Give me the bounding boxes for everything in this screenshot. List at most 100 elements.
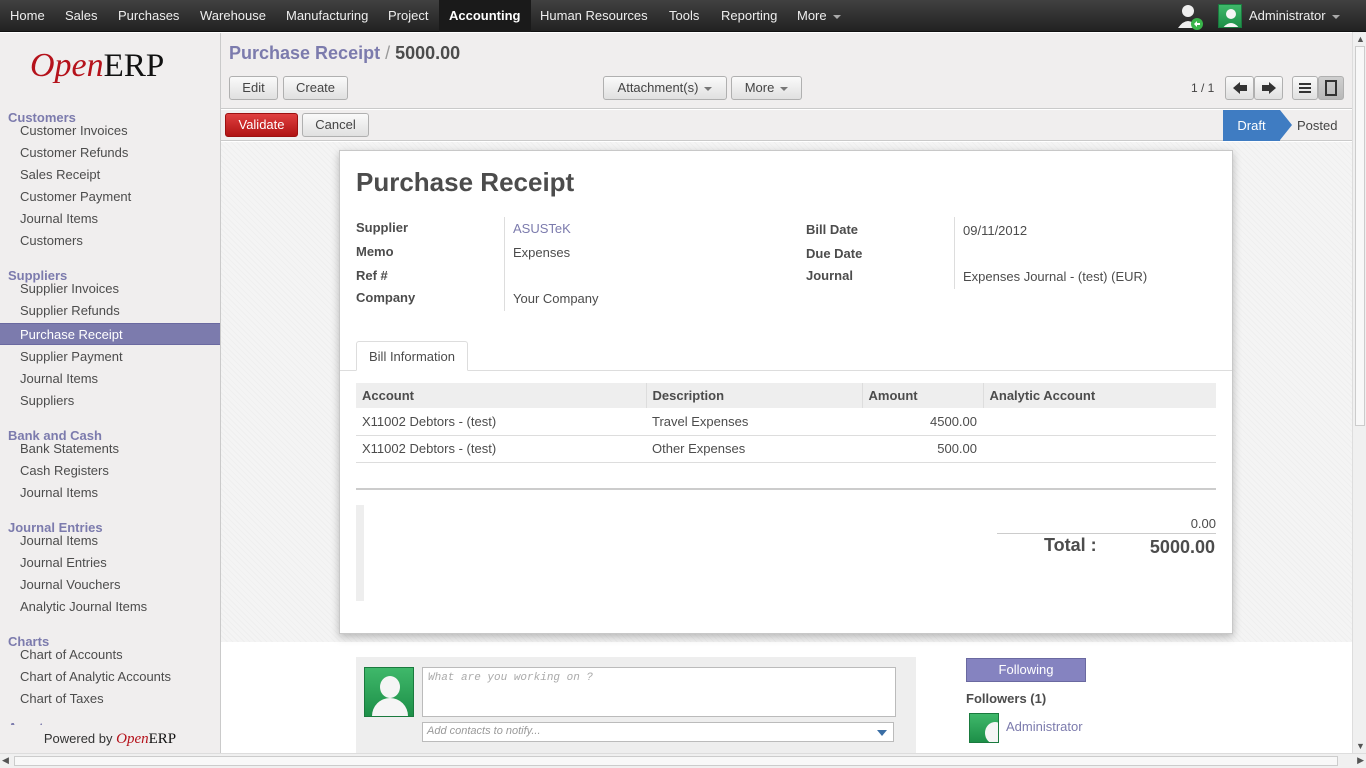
user-switch-icon[interactable]	[1176, 2, 1204, 31]
company-label: Company	[356, 290, 416, 305]
sidebar: OpenERP Customers Customer Invoices Custom…	[0, 33, 221, 753]
menu-more[interactable]: More	[787, 0, 851, 32]
sidebar-item-journal-items[interactable]: Journal Items	[0, 368, 220, 390]
supplier-value[interactable]: ASUSTeK	[513, 221, 571, 236]
sidebar-item-sales-receipt[interactable]: Sales Receipt	[0, 164, 220, 186]
breadcrumb: Purchase Receipt / 5000.00	[229, 43, 460, 64]
memo-label: Memo	[356, 244, 394, 259]
column-amount[interactable]: Amount	[861, 383, 983, 408]
company-value: Your Company	[513, 291, 599, 306]
sidebar-item-analytic-journal-items[interactable]: Analytic Journal Items	[0, 596, 220, 618]
cell-description: Other Expenses	[646, 435, 862, 463]
sidebar-item-customer-payment[interactable]: Customer Payment	[0, 186, 220, 208]
sidebar-item-cash-registers[interactable]: Cash Registers	[0, 460, 220, 482]
column-analytic-account[interactable]: Analytic Account	[982, 383, 1216, 408]
menu-tools[interactable]: Tools	[659, 0, 709, 32]
follower-name[interactable]: Administrator	[1006, 719, 1083, 734]
tab-bill-information[interactable]: Bill Information	[356, 341, 468, 371]
status-draft: Draft	[1223, 110, 1292, 141]
sidebar-item-chart-of-accounts[interactable]: Chart of Accounts	[0, 644, 220, 666]
cell-account: X11002 Debtors - (test)	[356, 408, 646, 436]
sidebar-item-journal-vouchers[interactable]: Journal Vouchers	[0, 574, 220, 596]
scroll-down-icon[interactable]: ▼	[1356, 741, 1365, 751]
cancel-button[interactable]: Cancel	[302, 113, 369, 137]
menu-accounting[interactable]: Accounting	[439, 0, 531, 32]
field-divider	[954, 217, 955, 289]
scrollbar-thumb[interactable]	[1355, 46, 1365, 426]
scroll-left-icon[interactable]: ◀	[2, 755, 9, 766]
ref-label: Ref #	[356, 268, 388, 283]
sidebar-item-supplier-payment[interactable]: Supplier Payment	[0, 346, 220, 368]
validate-button[interactable]: Validate	[225, 113, 298, 137]
breadcrumb-parent[interactable]: Purchase Receipt	[229, 43, 380, 63]
form-sheet: Purchase Receipt Supplier Memo Ref # Com…	[339, 150, 1233, 634]
menu-warehouse[interactable]: Warehouse	[190, 0, 276, 32]
sidebar-item-supplier-refunds[interactable]: Supplier Refunds	[0, 300, 220, 322]
breadcrumb-current: 5000.00	[395, 43, 461, 63]
cell-analytic-account	[983, 435, 1216, 463]
menu-reporting[interactable]: Reporting	[711, 0, 787, 32]
vertical-scrollbar[interactable]: ▲ ▼	[1352, 32, 1366, 753]
sidebar-item-customer-invoices[interactable]: Customer Invoices	[0, 120, 220, 142]
create-button[interactable]: Create	[283, 76, 348, 100]
top-menu-bar: Home Sales Purchases Warehouse Manufactu…	[0, 0, 1366, 32]
sidebar-item-purchase-receipt[interactable]: Purchase Receipt	[0, 323, 220, 345]
list-icon	[1299, 83, 1311, 93]
sidebar-item-customer-refunds[interactable]: Customer Refunds	[0, 142, 220, 164]
next-button[interactable]	[1254, 76, 1283, 100]
menu-purchases[interactable]: Purchases	[108, 0, 189, 32]
memo-value: Expenses	[513, 245, 571, 260]
sidebar-item-chart-of-analytic-accounts[interactable]: Chart of Analytic Accounts	[0, 666, 220, 688]
chevron-down-icon	[1331, 14, 1340, 19]
more-button[interactable]: More	[731, 76, 802, 100]
table-row[interactable]: X11002 Debtors - (test) Other Expenses 5…	[356, 435, 1216, 463]
previous-button[interactable]	[1225, 76, 1254, 100]
following-button[interactable]: Following	[966, 658, 1086, 682]
horizontal-scrollbar[interactable]: ◀ ▶	[0, 753, 1366, 768]
status-posted: Posted	[1297, 118, 1338, 133]
edit-button[interactable]: Edit	[229, 76, 278, 100]
menu-project[interactable]: Project	[378, 0, 438, 32]
cell-analytic-account	[983, 408, 1216, 436]
arrow-left-icon	[1232, 82, 1247, 94]
main-content: Purchase Receipt / 5000.00 Edit Create A…	[221, 33, 1352, 753]
openerp-logo[interactable]: OpenERP	[30, 47, 164, 85]
menu-manufacturing[interactable]: Manufacturing	[276, 0, 378, 32]
add-contacts-input[interactable]: Add contacts to notify...	[422, 722, 894, 742]
scroll-right-icon[interactable]: ▶	[1357, 755, 1364, 766]
chevron-down-icon	[832, 14, 841, 19]
chevron-down-icon[interactable]	[877, 730, 887, 736]
total-value: 5000.00	[1149, 537, 1215, 557]
sidebar-item-journal-items[interactable]: Journal Items	[0, 208, 220, 230]
list-view-button[interactable]	[1292, 76, 1318, 100]
sidebar-item-supplier-invoices[interactable]: Supplier Invoices	[0, 278, 220, 300]
menu-sales[interactable]: Sales	[55, 0, 108, 32]
view-header: Purchase Receipt / 5000.00 Edit Create A…	[221, 33, 1352, 109]
sidebar-item-chart-of-taxes[interactable]: Chart of Taxes	[0, 688, 220, 710]
sidebar-item-bank-statements[interactable]: Bank Statements	[0, 438, 220, 460]
chevron-down-icon	[780, 86, 789, 91]
subtotal-value: 0.00	[1190, 516, 1216, 531]
form-view-button[interactable]	[1318, 76, 1344, 100]
table-row[interactable]: X11002 Debtors - (test) Travel Expenses …	[356, 408, 1216, 436]
column-description[interactable]: Description	[645, 383, 862, 408]
form-title: Purchase Receipt	[356, 167, 575, 197]
user-menu[interactable]: Administrator	[1239, 0, 1350, 32]
cell-description: Travel Expenses	[646, 408, 862, 436]
menu-home[interactable]: Home	[0, 0, 55, 32]
sidebar-item-journal-items[interactable]: Journal Items	[0, 530, 220, 552]
sidebar-item-customers[interactable]: Customers	[0, 230, 220, 252]
sidebar-item-suppliers[interactable]: Suppliers	[0, 390, 220, 412]
status-bar: Validate Cancel Draft Posted	[221, 110, 1352, 141]
cell-amount: 4500.00	[862, 408, 983, 436]
message-input[interactable]: What are you working on ?	[422, 667, 896, 717]
attachments-button[interactable]: Attachment(s)	[603, 76, 727, 100]
powered-by: Powered by OpenERP	[0, 725, 220, 753]
journal-label: Journal	[806, 268, 853, 283]
sidebar-item-journal-items[interactable]: Journal Items	[0, 482, 220, 504]
column-account[interactable]: Account	[356, 383, 646, 408]
menu-human-resources[interactable]: Human Resources	[530, 0, 658, 32]
sidebar-item-journal-entries[interactable]: Journal Entries	[0, 552, 220, 574]
scroll-up-icon[interactable]: ▲	[1356, 34, 1365, 44]
scrollbar-thumb[interactable]	[14, 756, 1338, 766]
